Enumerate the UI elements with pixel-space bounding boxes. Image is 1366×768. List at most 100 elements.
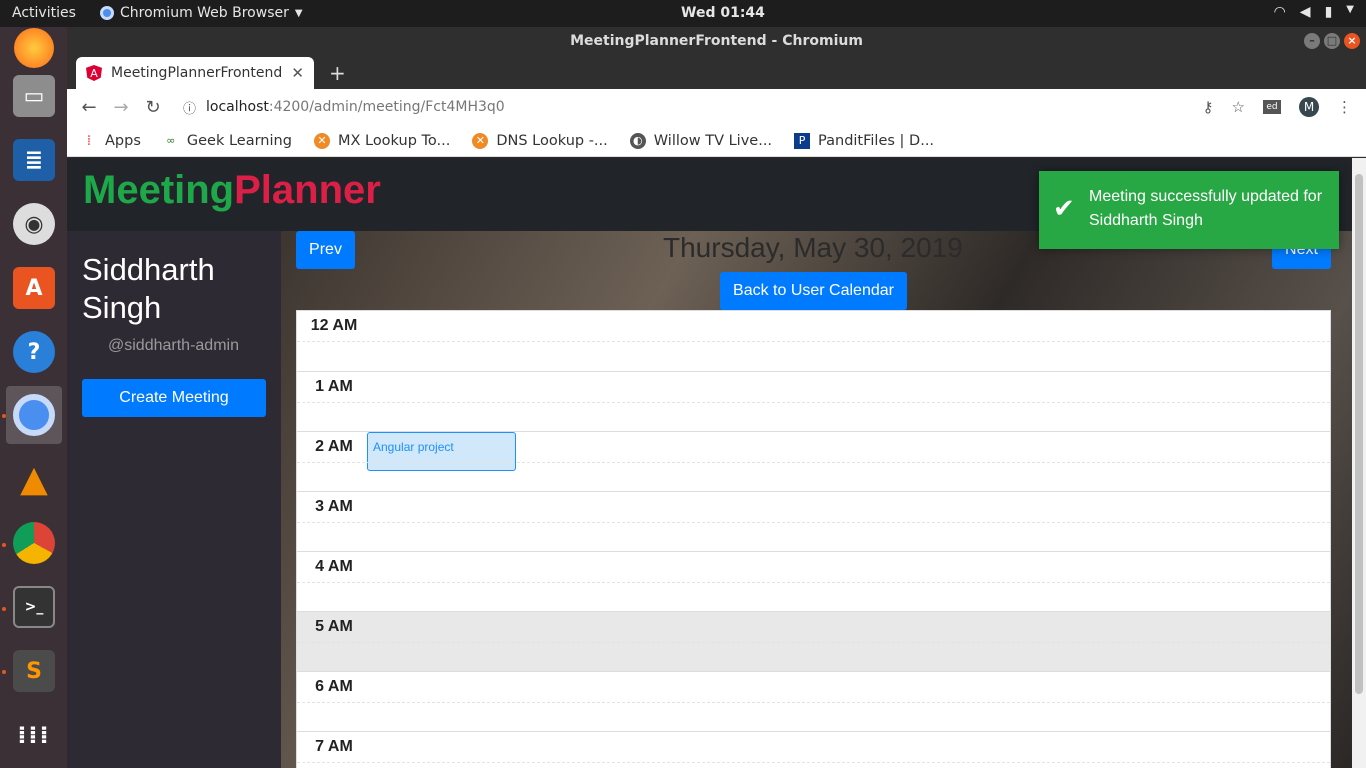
hour-label: 7 AM <box>315 738 353 755</box>
file-cabinet-icon: ▭ <box>13 75 55 117</box>
speaker-icon: ◉ <box>13 203 55 245</box>
dock-vlc[interactable]: ▲ <box>6 450 62 508</box>
half-hour-divider <box>297 341 1330 342</box>
url-path: :4200/admin/meeting/Fct4MH3q0 <box>268 99 505 115</box>
app-menu-label: Chromium Web Browser <box>120 5 289 21</box>
dock-chromium[interactable] <box>6 386 62 444</box>
bookmark-willow-tv[interactable]: ◐ Willow TV Live... <box>629 132 773 149</box>
dock-chrome[interactable] <box>6 514 62 572</box>
half-hour-divider <box>297 642 1330 643</box>
geek-icon: ∞ <box>166 134 176 147</box>
sidebar: Siddharth Singh @siddharth-admin Create … <box>67 231 281 768</box>
bookmark-label: DNS Lookup -... <box>496 132 608 149</box>
bookmark-label: MX Lookup To... <box>337 132 451 149</box>
half-hour-divider <box>297 702 1330 703</box>
chrome-icon <box>13 522 55 564</box>
hour-row[interactable]: 6 AM <box>297 671 1330 731</box>
close-window-icon[interactable]: × <box>1344 33 1360 49</box>
bookmarks-bar: ⁞ Apps ∞ Geek Learning ✕ MX Lookup To...… <box>67 125 1366 157</box>
mx-lookup-icon: ✕ <box>313 132 330 149</box>
close-tab-icon[interactable]: ✕ <box>291 64 304 82</box>
page-scrollbar[interactable] <box>1352 158 1366 768</box>
half-hour-divider <box>297 402 1330 403</box>
bookmark-label: Geek Learning <box>186 132 292 149</box>
bookmark-label: PanditFiles | D... <box>818 132 935 149</box>
success-toast[interactable]: ✔ Meeting successfully updated for Siddh… <box>1039 171 1339 249</box>
dock-rhythmbox[interactable]: ◉ <box>6 195 62 253</box>
bookmark-panditfiles[interactable]: P PanditFiles | D... <box>794 132 935 149</box>
forward-arrow-icon[interactable]: → <box>105 97 137 118</box>
bookmark-label: Apps <box>105 132 141 149</box>
shopping-bag-icon: A <box>13 267 55 309</box>
prev-button[interactable]: Prev <box>296 231 355 269</box>
sublime-text-icon: S <box>13 650 55 692</box>
tab-meetingplanner[interactable]: A MeetingPlannerFrontend ✕ <box>76 57 314 89</box>
app-menu[interactable]: Chromium Web Browser ▼ <box>100 5 303 21</box>
toast-message: Meeting successfully updated for Siddhar… <box>1089 188 1323 229</box>
bookmark-apps[interactable]: ⁞ Apps <box>81 133 141 149</box>
bookmark-label: Willow TV Live... <box>653 132 773 149</box>
document-icon: ≣ <box>13 139 55 181</box>
dns-lookup-icon: ✕ <box>472 132 489 149</box>
dock-terminal[interactable]: >_ <box>6 578 62 636</box>
hour-label: 12 AM <box>310 317 358 334</box>
address-bar[interactable]: ⓘ localhost:4200/admin/meeting/Fct4MH3q0 <box>183 98 1183 117</box>
hour-row[interactable]: 2 AM Angular project <box>297 431 1330 491</box>
date-title: Thursday, May 30, 2019 <box>663 232 963 263</box>
back-to-user-calendar-button[interactable]: Back to User Calendar <box>720 272 907 310</box>
dock: ▭ ≣ ◉ A ? ▲ >_ S ⁞⁞⁞ <box>0 27 67 768</box>
bookmark-mx-lookup[interactable]: ✕ MX Lookup To... <box>313 132 451 149</box>
apps-grid-icon: ⁞ <box>86 132 92 149</box>
clock[interactable]: Wed 01:44 <box>681 5 765 21</box>
chromium-icon <box>100 6 114 20</box>
maximize-icon[interactable]: □ <box>1324 33 1340 49</box>
reload-icon[interactable]: ↻ <box>137 97 169 118</box>
hour-row[interactable]: 5 AM <box>297 611 1330 671</box>
brand-logo[interactable]: MeetingPlanner <box>83 168 381 213</box>
user-handle: @siddharth-admin <box>108 337 239 354</box>
dock-help[interactable]: ? <box>6 323 62 381</box>
hour-label: 1 AM <box>315 378 353 395</box>
globe-icon: ◐ <box>629 132 646 149</box>
bookmark-geek-learning[interactable]: ∞ Geek Learning <box>163 133 292 149</box>
create-meeting-button[interactable]: Create Meeting <box>82 379 266 417</box>
bookmark-dns-lookup[interactable]: ✕ DNS Lookup -... <box>472 132 608 149</box>
hour-row[interactable]: 7 AM <box>297 731 1330 768</box>
terminal-icon: >_ <box>13 586 55 628</box>
star-icon[interactable]: ☆ <box>1232 98 1245 116</box>
battery-icon: ▮ <box>1324 4 1333 20</box>
checkmark-icon: ✔ <box>1053 193 1075 223</box>
angular-icon: A <box>86 65 102 81</box>
panditfiles-icon: P <box>794 132 811 149</box>
hour-label: 5 AM <box>315 618 353 635</box>
hour-label: 4 AM <box>315 558 353 575</box>
hour-row[interactable]: 4 AM <box>297 551 1330 611</box>
scrollbar-thumb[interactable] <box>1355 174 1363 694</box>
half-hour-divider <box>297 462 1330 463</box>
hour-row[interactable]: 3 AM <box>297 491 1330 551</box>
system-tray[interactable]: ◠ ◀ ▮ ▼ <box>1274 4 1354 20</box>
chevron-down-icon: ▼ <box>1346 4 1354 15</box>
back-arrow-icon[interactable]: ← <box>73 97 105 118</box>
profile-avatar[interactable]: M <box>1299 97 1319 117</box>
dock-sublime[interactable]: S <box>6 642 62 700</box>
day-calendar: 12 AM 1 AM 2 AM Angular project 3 AM 4 A… <box>296 310 1331 768</box>
brand-planner: Planner <box>234 168 381 212</box>
new-tab-button[interactable]: + <box>329 61 346 85</box>
extension-icon[interactable]: ed <box>1263 100 1281 114</box>
wifi-icon: ◠ <box>1273 4 1286 20</box>
apps-grid-icon: ⁞⁞⁞ <box>17 721 51 749</box>
meeting-event[interactable]: Angular project <box>367 432 516 471</box>
user-name: Siddharth Singh <box>82 252 215 325</box>
hour-label: 3 AM <box>315 498 353 515</box>
dock-software-center[interactable]: A <box>6 259 62 317</box>
minimize-icon[interactable]: – <box>1304 33 1320 49</box>
dock-files[interactable]: ▭ <box>6 67 62 125</box>
dock-libreoffice-writer[interactable]: ≣ <box>6 131 62 189</box>
dock-show-apps[interactable]: ⁞⁞⁞ <box>6 706 62 764</box>
hour-row[interactable]: 12 AM <box>297 311 1330 371</box>
key-icon[interactable]: ⚷ <box>1203 98 1214 116</box>
hour-label: 6 AM <box>315 678 353 695</box>
menu-kebab-icon[interactable]: ⋮ <box>1337 98 1352 116</box>
hour-row[interactable]: 1 AM <box>297 371 1330 431</box>
